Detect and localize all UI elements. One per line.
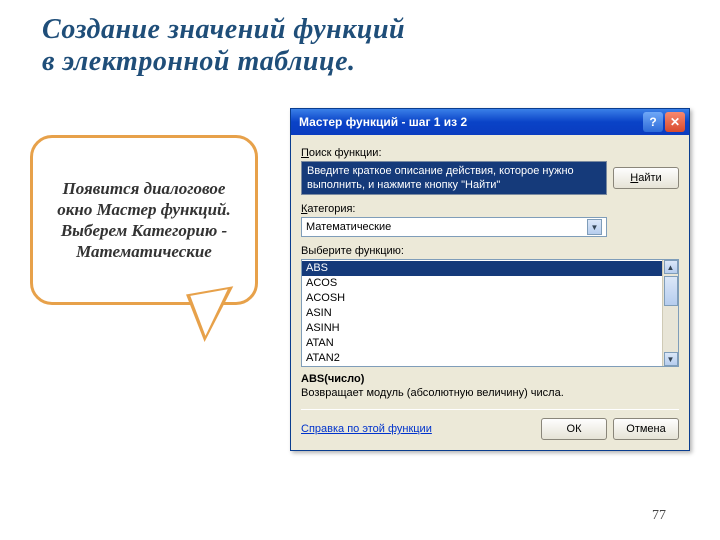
function-description: Возвращает модуль (абсолютную величину) … (301, 387, 679, 399)
search-input[interactable]: Введите краткое описание действия, котор… (301, 161, 607, 195)
dialog-titlebar[interactable]: Мастер функций - шаг 1 из 2 ? ✕ (291, 109, 689, 135)
list-item[interactable]: ASIN (302, 306, 678, 321)
function-listbox[interactable]: ABS ACOS ACOSH ASIN ASINH ATAN ATAN2 ▲ ▼ (301, 259, 679, 367)
help-link[interactable]: Справка по этой функции (301, 423, 535, 435)
find-button-rest: айти (638, 172, 661, 184)
callout-text: Появится диалоговое окно Мастер функций.… (49, 178, 239, 263)
select-function-label: Выберите функцию: (301, 245, 679, 257)
scrollbar[interactable]: ▲ ▼ (662, 260, 678, 366)
scroll-up-icon[interactable]: ▲ (664, 260, 678, 274)
category-value: Математические (306, 221, 391, 233)
function-signature: ABS(число) (301, 373, 679, 385)
help-icon[interactable]: ? (643, 112, 663, 132)
category-label: Категория: (301, 203, 679, 215)
category-select[interactable]: Математические ▼ (301, 217, 607, 237)
dialog-title: Мастер функций - шаг 1 из 2 (299, 115, 467, 129)
scroll-thumb[interactable] (664, 276, 678, 306)
search-label-rest: оиск функции: (309, 147, 382, 159)
slide-title-line1: Создание значений функций (42, 14, 720, 46)
instruction-callout: Появится диалоговое окно Мастер функций.… (30, 135, 258, 305)
function-wizard-dialog: Мастер функций - шаг 1 из 2 ? ✕ Поиск фу… (290, 108, 690, 451)
search-label: Поиск функции: (301, 147, 679, 159)
list-item[interactable]: ATAN (302, 336, 678, 351)
page-number: 77 (652, 508, 666, 524)
list-item[interactable]: ACOS (302, 276, 678, 291)
list-item[interactable]: ASINH (302, 321, 678, 336)
close-icon[interactable]: ✕ (665, 112, 685, 132)
find-button[interactable]: Найти (613, 167, 679, 189)
list-item[interactable]: ACOSH (302, 291, 678, 306)
slide-title-line2: в электронной таблице. (42, 46, 720, 78)
chevron-down-icon[interactable]: ▼ (587, 219, 602, 235)
list-item[interactable]: ATAN2 (302, 351, 678, 366)
callout-tail (186, 286, 242, 344)
ok-button[interactable]: ОК (541, 418, 607, 440)
scroll-down-icon[interactable]: ▼ (664, 352, 678, 366)
slide-title: Создание значений функций в электронной … (0, 0, 720, 78)
list-item[interactable]: ABS (302, 261, 678, 276)
cancel-button[interactable]: Отмена (613, 418, 679, 440)
